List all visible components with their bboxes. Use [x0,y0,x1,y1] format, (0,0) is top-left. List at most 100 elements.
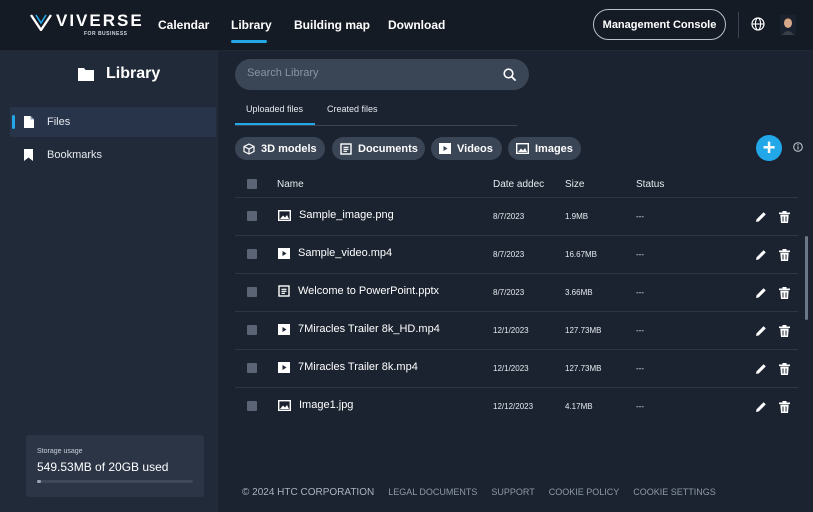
file-status: --- [636,212,644,221]
filter-label: Documents [358,142,418,155]
nav-library[interactable]: Library [231,18,272,32]
footer: © 2024 HTC CORPORATION LEGAL DOCUMENTS S… [242,487,730,498]
table-row-name[interactable]: Welcome to PowerPoint.pptx [278,285,439,297]
file-size: 3.66MB [565,288,593,297]
row-checkbox[interactable] [247,401,257,411]
table-row-name[interactable]: Sample_video.mp4 [278,247,392,259]
file-name: Sample_video.mp4 [298,247,393,259]
tab-created-files[interactable]: Created files [327,104,378,114]
table-row-name[interactable]: 7Miracles Trailer 8k.mp4 [278,361,418,373]
file-name: Sample_image.png [299,209,394,221]
footer-link-cookie-policy[interactable]: COOKIE POLICY [549,487,620,498]
tab-divider [235,125,517,126]
edit-button[interactable] [755,324,767,342]
column-header-status[interactable]: Status [636,179,664,190]
column-header-date[interactable]: Date addec [493,179,544,190]
file-type-icon-wrapper [278,285,290,297]
brand-name: VIVERSE [56,11,144,30]
file-type-icon-wrapper [278,361,290,373]
storage-progress-bar [37,480,193,483]
image-icon [278,399,291,411]
search-icon[interactable] [503,68,516,81]
file-name: Image1.jpg [299,399,354,411]
table-row-name[interactable]: Sample_image.png [278,209,394,221]
edit-icon [756,364,766,374]
file-date: 8/7/2023 [493,288,525,297]
file-status: --- [636,250,644,259]
filter-images[interactable]: Images [508,137,581,160]
delete-button[interactable] [779,400,790,418]
column-header-name[interactable]: Name [277,179,304,190]
footer-link-cookie-settings[interactable]: COOKIE SETTINGS [633,487,716,498]
trash-icon [779,363,790,375]
info-icon[interactable] [793,142,803,152]
column-header-size[interactable]: Size [565,179,584,190]
trash-icon [779,287,790,299]
filter-documents[interactable]: Documents [332,137,425,160]
delete-button[interactable] [779,286,790,304]
nav-active-indicator [231,40,267,43]
delete-button[interactable] [779,362,790,380]
trash-icon [779,325,790,337]
file-size: 127.73MB [565,326,602,335]
nav-calendar[interactable]: Calendar [158,18,209,32]
image-icon [278,209,291,221]
video-icon [278,323,290,335]
edit-button[interactable] [755,210,767,228]
row-divider [235,273,798,274]
delete-button[interactable] [779,210,790,228]
image-icon [516,143,529,154]
row-divider [235,349,798,350]
management-console-button[interactable]: Management Console [593,9,726,40]
globe-icon[interactable] [751,17,765,31]
trash-icon [779,249,790,261]
delete-button[interactable] [779,248,790,266]
search-input[interactable] [247,67,497,79]
row-checkbox[interactable] [247,363,257,373]
folder-icon [78,68,94,81]
file-date: 8/7/2023 [493,212,525,221]
row-checkbox[interactable] [247,287,257,297]
table-row-name[interactable]: 7Miracles Trailer 8k_HD.mp4 [278,323,440,335]
scrollbar-thumb[interactable] [805,236,808,320]
footer-link-support[interactable]: SUPPORT [491,487,534,498]
sidebar-item-files[interactable]: Files [10,107,216,137]
file-status: --- [636,288,644,297]
table-row-name[interactable]: Image1.jpg [278,399,353,411]
cube-icon [243,142,255,155]
viverse-logo-icon [30,14,52,31]
sidebar-title: Library [78,65,160,83]
viverse-logo[interactable]: VIVERSE FOR BUSINESS [30,10,142,40]
copyright-text: © 2024 HTC CORPORATION [242,487,375,498]
row-checkbox[interactable] [247,211,257,221]
nav-download[interactable]: Download [388,18,445,32]
filter-label: Images [535,142,573,155]
sidebar-item-label: Bookmarks [47,149,103,161]
tab-uploaded-files[interactable]: Uploaded files [246,104,303,114]
add-file-button[interactable]: + [756,135,782,161]
footer-link-legal-documents[interactable]: LEGAL DOCUMENTS [388,487,477,498]
sidebar-item-bookmarks[interactable]: Bookmarks [10,140,216,170]
filter-label: Videos [457,142,493,155]
delete-button[interactable] [779,324,790,342]
bookmark-icon [24,149,33,161]
filter-3d-models[interactable]: 3D models [235,137,325,160]
row-checkbox[interactable] [247,249,257,259]
row-divider [235,197,798,198]
row-divider [235,311,798,312]
row-checkbox[interactable] [247,325,257,335]
edit-button[interactable] [755,400,767,418]
top-navigation-bar: VIVERSE FOR BUSINESS Calendar Library Bu… [0,0,813,51]
select-all-checkbox[interactable] [247,179,257,189]
sidebar-item-label: Files [47,116,71,128]
file-name: 7Miracles Trailer 8k_HD.mp4 [298,323,440,335]
search-bar [235,59,529,90]
edit-icon [756,288,766,298]
edit-button[interactable] [755,362,767,380]
avatar[interactable] [780,15,796,35]
edit-button[interactable] [755,248,767,266]
nav-building-map[interactable]: Building map [294,18,370,32]
row-divider [235,235,798,236]
filter-videos[interactable]: Videos [431,137,502,160]
edit-button[interactable] [755,286,767,304]
